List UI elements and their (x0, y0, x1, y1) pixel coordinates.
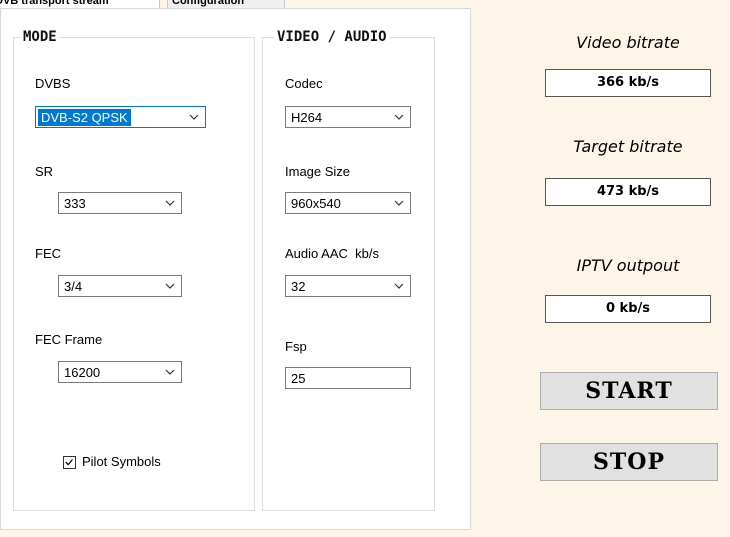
video-bitrate-readout: 366 kb/s (545, 69, 711, 97)
video-audio-group-title: VIDEO / AUDIO (274, 29, 390, 45)
fec-label: FEC (35, 246, 61, 261)
chevron-down-icon (394, 283, 404, 289)
dvbs-label: DVBS (35, 76, 71, 91)
image-size-label: Image Size (285, 164, 351, 179)
checkmark-icon (65, 459, 73, 466)
sr-select[interactable]: 333 (58, 192, 182, 214)
mode-group-title: MODE (20, 29, 60, 45)
chevron-down-icon (165, 200, 175, 206)
pilot-symbols-label[interactable]: Pilot Symbols (82, 454, 161, 469)
pilot-symbols-checkbox[interactable] (63, 456, 76, 469)
video-bitrate-label: Video bitrate (576, 33, 680, 52)
fsp-input[interactable]: 25 (285, 367, 411, 389)
target-bitrate-label: Target bitrate (573, 137, 683, 156)
tab-panel: MODE DVBS DVB-S2 QPSK SR 333 FEC 3/4 FEC… (0, 8, 471, 530)
audio-aac-select[interactable]: 32 (285, 275, 411, 297)
image-size-select[interactable]: 960x540 (285, 192, 411, 214)
fsp-label: Fsp (285, 339, 307, 354)
audio-aac-select-value: 32 (291, 279, 306, 294)
chevron-down-icon (189, 114, 199, 120)
chevron-down-icon (394, 114, 404, 120)
dvbs-select[interactable]: DVB-S2 QPSK (35, 106, 206, 128)
chevron-down-icon (165, 283, 175, 289)
fec-select-value: 3/4 (64, 279, 83, 294)
fec-select[interactable]: 3/4 (58, 275, 182, 297)
sr-label: SR (35, 164, 54, 179)
target-bitrate-readout: 473 kb/s (545, 178, 711, 206)
stop-button[interactable]: STOP (540, 443, 718, 481)
chevron-down-icon (165, 369, 175, 375)
dvbs-select-value: DVB-S2 QPSK (38, 109, 131, 126)
image-size-select-value: 960x540 (291, 196, 341, 211)
iptv-output-label: IPTV outpout (576, 256, 680, 275)
audio-aac-label: Audio AAC kb/s (285, 246, 379, 261)
start-button[interactable]: START (540, 372, 718, 410)
fec-frame-select-value: 16200 (64, 365, 101, 380)
chevron-down-icon (394, 200, 404, 206)
fec-frame-label: FEC Frame (35, 332, 103, 347)
iptv-output-readout: 0 kb/s (545, 295, 711, 323)
codec-label: Codec (285, 76, 323, 91)
sr-select-value: 333 (64, 196, 86, 211)
fec-frame-select[interactable]: 16200 (58, 361, 182, 383)
codec-select[interactable]: H264 (285, 106, 411, 128)
codec-select-value: H264 (291, 110, 323, 125)
